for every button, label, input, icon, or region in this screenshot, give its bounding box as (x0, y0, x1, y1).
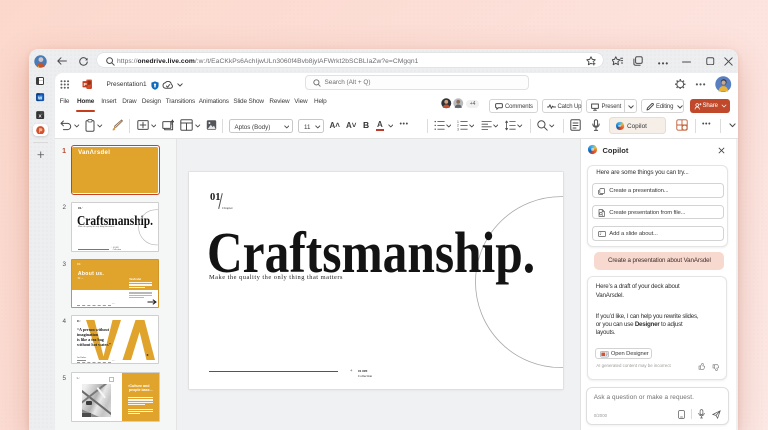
svg-text:3: 3 (457, 127, 459, 131)
